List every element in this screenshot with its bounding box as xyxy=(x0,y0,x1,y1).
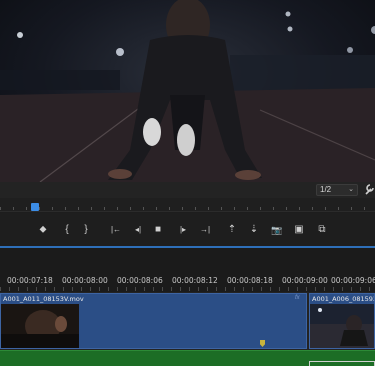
stop-button[interactable]: ■ xyxy=(153,224,163,236)
go-to-out-button[interactable]: →| xyxy=(197,224,213,236)
clip-thumbnail xyxy=(310,304,374,348)
timecode-label: 00:00:09:06 xyxy=(331,276,375,285)
timecode-label: 00:00:09:00 xyxy=(282,276,328,285)
program-monitor-video xyxy=(0,0,375,182)
timecode-label: 00:00:08:06 xyxy=(117,276,163,285)
mark-in-button[interactable]: { xyxy=(63,224,71,236)
timecode-label: 00:00:08:00 xyxy=(62,276,108,285)
export-frame-button[interactable]: 📷 xyxy=(270,224,284,236)
multi-camera-button[interactable]: ⧉ xyxy=(315,224,329,236)
go-to-in-button[interactable]: |← xyxy=(108,224,124,236)
extract-button[interactable]: ⇣ xyxy=(247,224,261,236)
monitor-playhead[interactable] xyxy=(31,203,39,211)
add-marker-button[interactable]: ⬥ xyxy=(38,224,48,236)
timeline-header xyxy=(0,248,375,292)
video-frame-image xyxy=(0,0,375,182)
timeline-ruler[interactable] xyxy=(0,287,375,291)
step-back-button[interactable]: ◂| xyxy=(131,224,145,236)
chevron-down-icon: ⌄ xyxy=(348,186,354,193)
audio-clip-selection[interactable] xyxy=(309,361,375,366)
step-forward-button[interactable]: |▸ xyxy=(176,224,190,236)
clip-name: A001_A006_081593.mo xyxy=(312,295,374,303)
timecode-label: 00:00:07:18 xyxy=(7,276,53,285)
resolution-select[interactable]: 1/2 ⌄ xyxy=(316,184,358,196)
mark-out-button[interactable]: } xyxy=(82,224,90,236)
timeline-clip[interactable]: A001_A006_081593.mo xyxy=(309,293,375,349)
timecode-label: 00:00:08:12 xyxy=(172,276,218,285)
clip-thumbnail xyxy=(1,304,79,348)
lift-button[interactable]: ⇡ xyxy=(225,224,239,236)
timecode-label: 00:00:08:18 xyxy=(227,276,273,285)
wrench-icon[interactable] xyxy=(364,183,375,196)
fx-icon: fx xyxy=(295,295,300,301)
monitor-time-ruler[interactable] xyxy=(0,198,375,212)
compare-view-button[interactable]: ▣ xyxy=(292,224,306,236)
resolution-value: 1/2 xyxy=(320,185,332,194)
clip-name: A001_A011_08153V.mov xyxy=(3,295,84,303)
